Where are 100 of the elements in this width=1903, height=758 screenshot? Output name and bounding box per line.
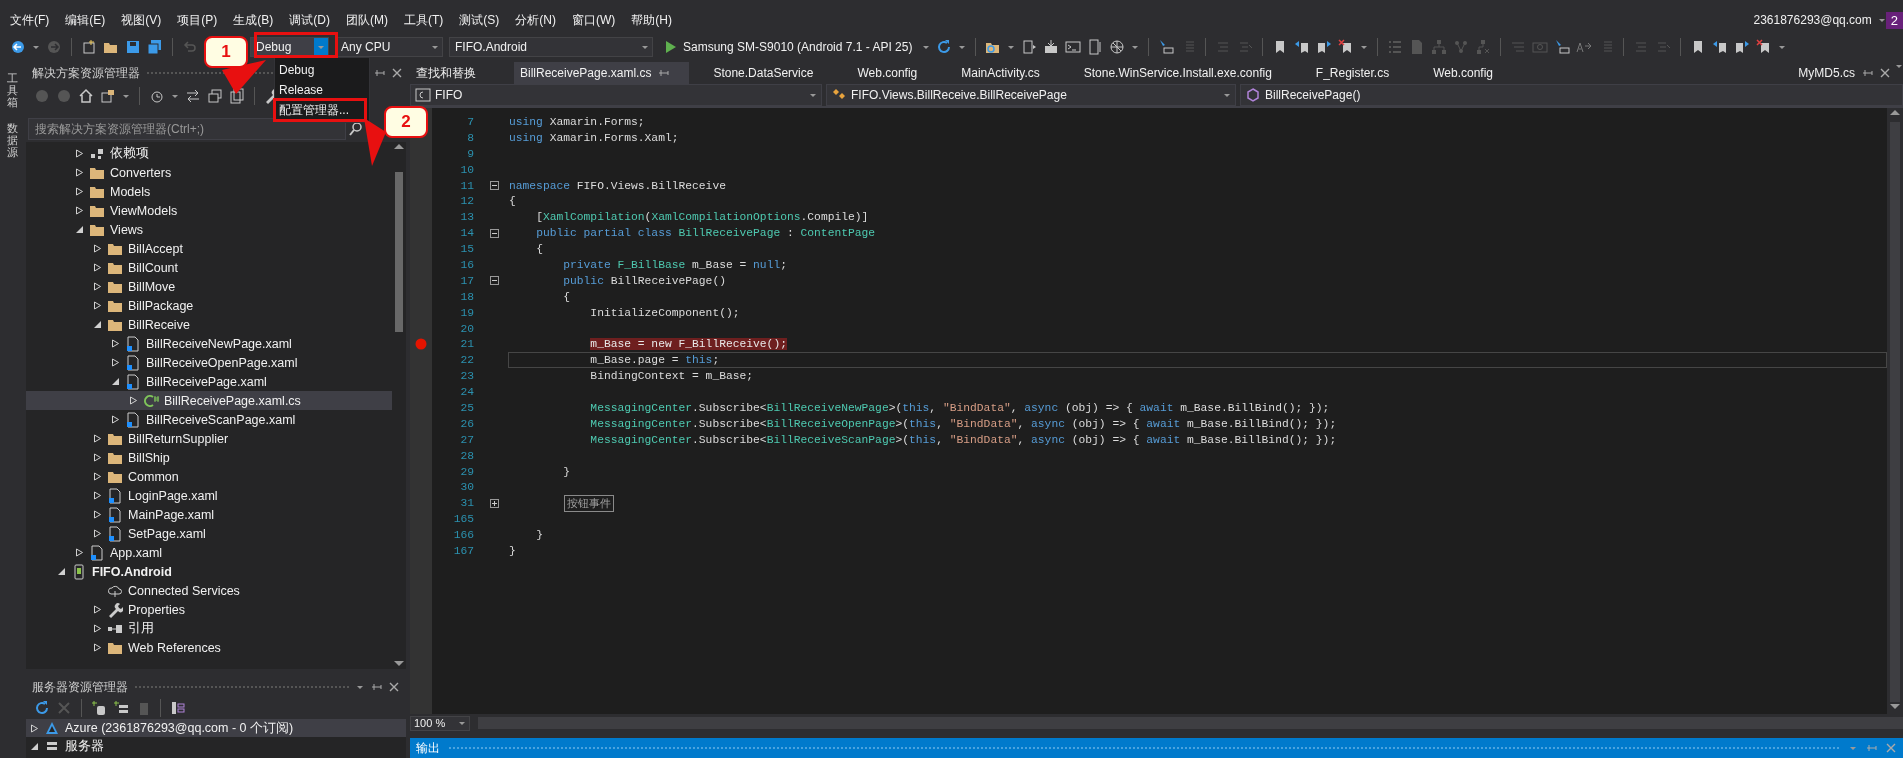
- project-dropdown[interactable]: FIFO: [410, 84, 822, 106]
- tree-item[interactable]: FIFO.Android: [26, 562, 392, 581]
- menu-item[interactable]: 测试(S): [451, 11, 508, 29]
- line-number: 7: [466, 115, 475, 128]
- tree-item[interactable]: BillReturnSupplier: [26, 429, 392, 448]
- line-number: 30: [459, 481, 475, 494]
- tree-item[interactable]: BillPackage: [26, 296, 392, 315]
- startup-project-dropdown[interactable]: FIFO.Android: [449, 37, 653, 57]
- tree-item[interactable]: Properties: [26, 600, 392, 619]
- code-line: private F_BillBase m_Base = null;: [562, 258, 787, 271]
- panel-title: 解决方案资源管理器: [32, 64, 140, 82]
- menu-item[interactable]: 帮助(H): [623, 11, 680, 29]
- editor-tab[interactable]: Web.config: [1427, 62, 1513, 84]
- member-dropdown[interactable]: BillReceivePage(): [1240, 84, 1903, 106]
- menu-item[interactable]: 分析(N): [507, 11, 564, 29]
- menu-item[interactable]: 文件(F): [2, 11, 58, 29]
- tree-item[interactable]: BillReceiveOpenPage.xaml: [26, 353, 392, 372]
- line-number: 15: [459, 243, 475, 256]
- line-number: 9: [466, 147, 475, 160]
- code-line: BindingContext = m_Base;: [589, 370, 754, 383]
- menu-option[interactable]: Release: [275, 80, 365, 100]
- code-line: public partial class BillReceivePage : ContentPage: [535, 227, 876, 240]
- search-field[interactable]: 搜索解决方案资源管理器(Ctrl+;): [28, 118, 346, 140]
- line-number: 8: [466, 131, 475, 144]
- line-number: 20: [459, 322, 475, 335]
- tree-item[interactable]: ViewModels: [26, 201, 392, 220]
- tree-item[interactable]: MainPage.xaml: [26, 505, 392, 524]
- editor-tab[interactable]: Web.config: [851, 62, 938, 84]
- code-line: InitializeComponent();: [589, 306, 740, 319]
- line-number: 24: [459, 386, 475, 399]
- tree-item[interactable]: BillReceivePage.xaml: [26, 372, 392, 391]
- line-number: 10: [459, 163, 475, 176]
- type-dropdown[interactable]: FIFO.Views.BillReceive.BillReceivePage: [826, 84, 1236, 106]
- editor-tab[interactable]: 查找和替换: [410, 62, 496, 84]
- code-line: }: [535, 529, 543, 542]
- account-name[interactable]: 2361876293@qq.com: [1753, 13, 1872, 27]
- code-line: public BillReceivePage(): [562, 274, 726, 287]
- tree-item[interactable]: LoginPage.xaml: [26, 486, 392, 505]
- line-number: 11: [459, 179, 475, 192]
- editor-tab[interactable]: BillReceivePage.xaml.cs: [514, 62, 690, 84]
- editor-tab[interactable]: MyMD5.cs: [1792, 62, 1895, 84]
- editor-tab[interactable]: F_Register.cs: [1309, 62, 1410, 84]
- code-line: namespace FIFO.Views.BillReceive: [509, 179, 726, 192]
- side-tab[interactable]: 数据源: [6, 122, 18, 159]
- tree-item[interactable]: 服务器: [26, 737, 406, 755]
- code-line: {: [535, 243, 543, 256]
- line-number: 26: [459, 417, 475, 430]
- code-line: {: [562, 290, 570, 303]
- tree-item[interactable]: BillReceiveNewPage.xaml: [26, 334, 392, 353]
- code-line: {: [509, 195, 516, 208]
- code-line: [XamlCompilation(XamlCompilationOptions.Compile)]: [535, 211, 869, 224]
- tree-item[interactable]: BillAccept: [26, 239, 392, 258]
- tree-item[interactable]: SetPage.xaml: [26, 524, 392, 543]
- tree-item[interactable]: Views: [26, 220, 392, 239]
- tree-item[interactable]: BillShip: [26, 448, 392, 467]
- menu-item[interactable]: 窗口(W): [564, 11, 624, 29]
- notification-badge[interactable]: 2: [1885, 11, 1903, 29]
- run-button[interactable]: Samsung SM-S9010 (Android 7.1 - API 25): [659, 39, 917, 55]
- tree-item[interactable]: BillReceiveScanPage.xaml: [26, 410, 392, 429]
- editor-tab[interactable]: Stone.DataService: [707, 62, 834, 84]
- tree-item[interactable]: BillReceive: [26, 315, 392, 334]
- tree-item[interactable]: BillMove: [26, 277, 392, 296]
- menu-item[interactable]: 视图(V): [113, 11, 170, 29]
- tree-item[interactable]: Common: [26, 467, 392, 486]
- side-tab[interactable]: 工具箱: [6, 72, 18, 109]
- line-number: 167: [452, 545, 475, 557]
- zoom-dropdown[interactable]: 100 %: [410, 715, 470, 731]
- code-line: MessagingCenter.Subscribe<BillReceiveOpenPage>(this, "BindData", async (obj) => { await m_Base.BillBind(); });: [589, 417, 1337, 430]
- line-number: 14: [459, 227, 475, 240]
- menu-item[interactable]: 团队(M): [338, 11, 396, 29]
- tree-item[interactable]: 引用: [26, 619, 392, 638]
- tree-item[interactable]: 依赖项: [26, 144, 392, 163]
- tree-item[interactable]: BillCount: [26, 258, 392, 277]
- line-number: 31: [459, 497, 475, 510]
- tree-item[interactable]: Azure (2361876293@qq.com - 0 个订阅): [26, 719, 406, 737]
- tree-item[interactable]: Connected Services: [26, 581, 392, 600]
- menu-item[interactable]: 调试(D): [281, 11, 338, 29]
- line-number: 165: [452, 513, 475, 526]
- line-number: 21: [459, 338, 475, 351]
- editor-tab[interactable]: MainActivity.cs: [955, 62, 1060, 84]
- line-number: 27: [459, 433, 475, 446]
- tree-item[interactable]: Web References: [26, 638, 392, 657]
- menu-option[interactable]: Debug: [275, 60, 365, 80]
- editor-tab[interactable]: Stone.WinService.Install.exe.config: [1077, 62, 1292, 84]
- tree-item[interactable]: BillReceivePage.xaml.cs: [26, 391, 392, 410]
- collapsed-region[interactable]: 按钮事件: [564, 494, 614, 512]
- menu-item[interactable]: 生成(B): [225, 11, 282, 29]
- platform-dropdown[interactable]: Any CPU: [335, 37, 443, 57]
- tree-item[interactable]: App.xaml: [26, 543, 392, 562]
- code-line: using Xamarin.Forms.Xaml;: [509, 131, 679, 144]
- line-number: 18: [459, 290, 475, 303]
- line-number: 23: [459, 370, 475, 383]
- tree-item[interactable]: Converters: [26, 163, 392, 182]
- menu-item[interactable]: 工具(T): [396, 11, 452, 29]
- menu-item[interactable]: 项目(P): [169, 11, 226, 29]
- menu-option[interactable]: 配置管理器...: [275, 100, 365, 120]
- menu-item[interactable]: 编辑(E): [57, 11, 114, 29]
- code-line: MessagingCenter.Subscribe<BillReceiveScanPage>(this, "BindData", async (obj) => { await m_Base.BillBind(); });: [589, 433, 1337, 446]
- line-number: 29: [459, 465, 475, 478]
- tree-item[interactable]: Models: [26, 182, 392, 201]
